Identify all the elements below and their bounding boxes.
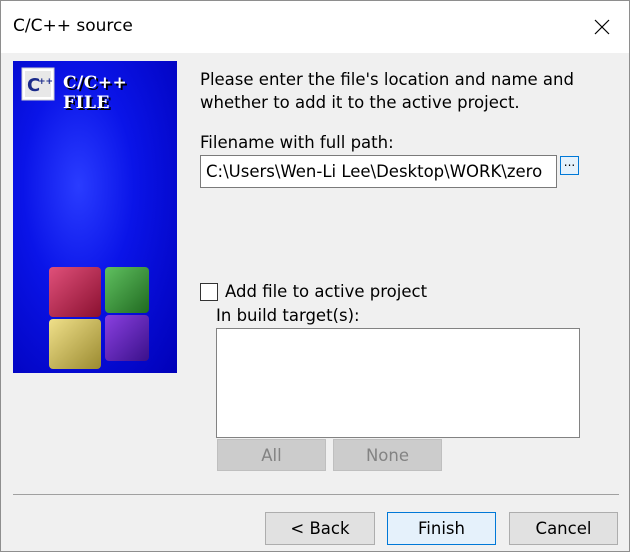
browse-button[interactable]: ... xyxy=(560,156,579,175)
svg-text:++: ++ xyxy=(38,77,53,87)
intro-text: Please enter the file's location and nam… xyxy=(200,70,574,112)
cubes-logo-icon xyxy=(49,267,149,369)
back-button[interactable]: < Back xyxy=(265,512,375,545)
dialog-window: C/C++ source C ++ C/C++ FILE Please ente… xyxy=(0,0,630,552)
all-button: All xyxy=(217,439,326,471)
cancel-button[interactable]: Cancel xyxy=(509,512,618,545)
wizard-banner-image: C ++ C/C++ FILE xyxy=(13,61,177,373)
filename-input[interactable] xyxy=(200,155,557,188)
build-targets-label: In build target(s): xyxy=(216,306,360,325)
finish-button[interactable]: Finish xyxy=(387,512,496,545)
close-button[interactable] xyxy=(583,9,621,45)
add-to-project-label[interactable]: Add file to active project xyxy=(225,282,427,301)
filename-label: Filename with full path: xyxy=(200,133,394,152)
title-bar: C/C++ source xyxy=(1,1,629,53)
build-targets-list[interactable] xyxy=(216,328,580,438)
window-title: C/C++ source xyxy=(13,16,133,36)
banner-title: C/C++ FILE xyxy=(63,73,128,113)
none-button: None xyxy=(333,439,442,471)
add-to-project-checkbox[interactable] xyxy=(200,283,218,301)
footer-separator xyxy=(13,494,619,495)
cpp-file-icon: C ++ xyxy=(21,67,55,101)
close-icon xyxy=(594,19,610,35)
